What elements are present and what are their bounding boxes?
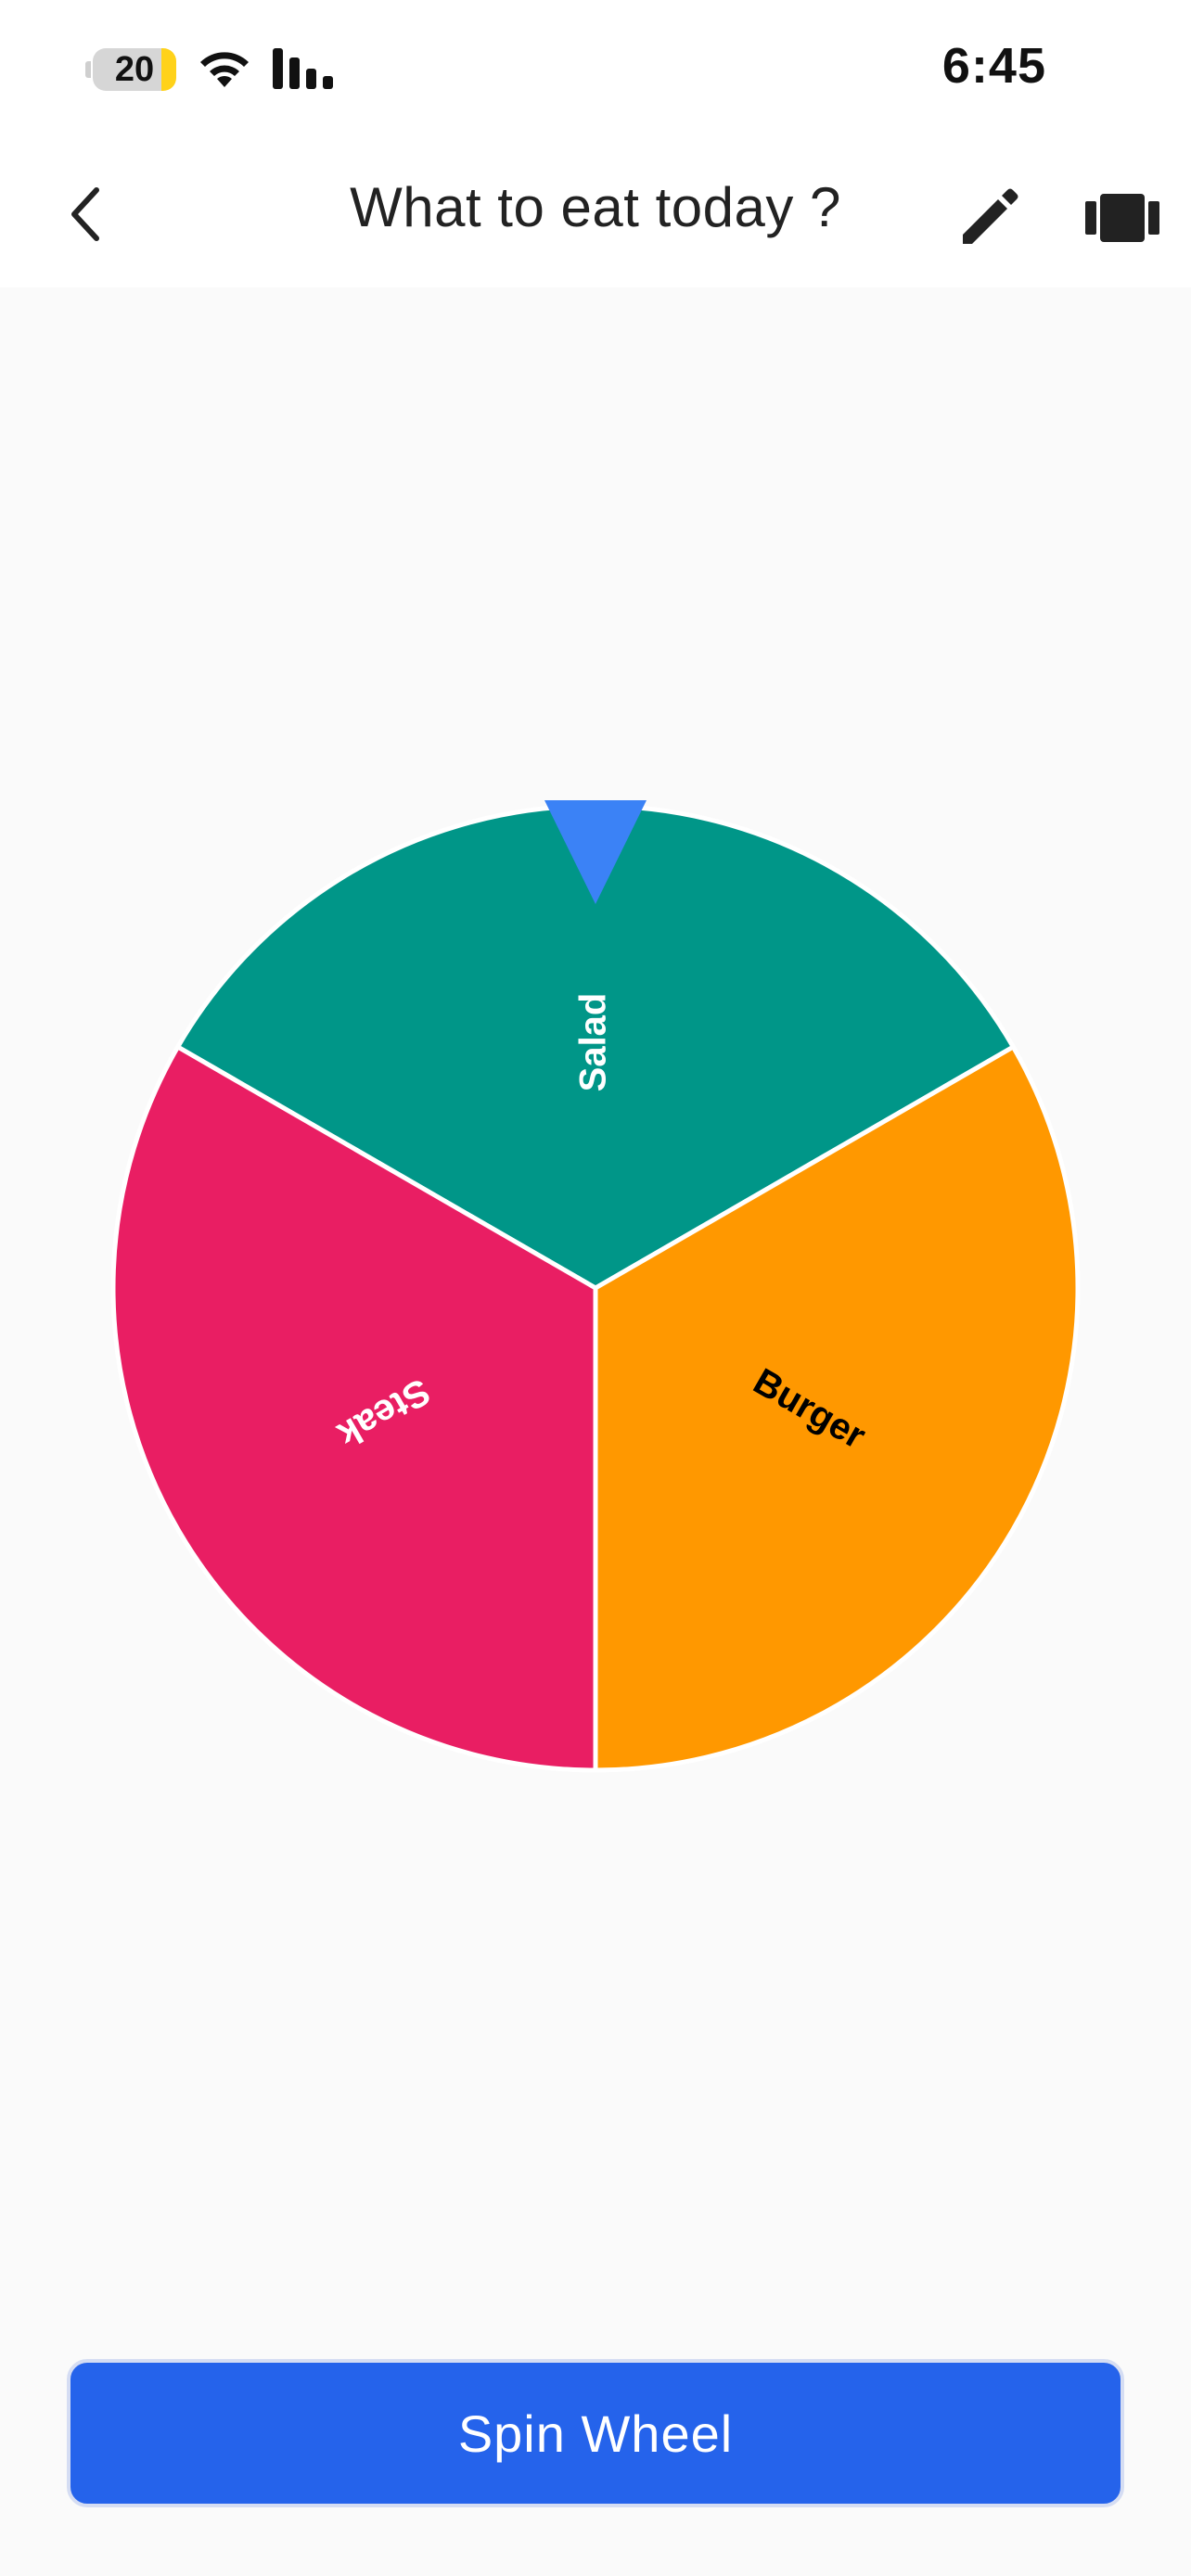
pencil-icon[interactable] bbox=[954, 179, 1028, 253]
wheel-label-salad: Salad bbox=[573, 993, 614, 1092]
wifi-icon bbox=[200, 52, 249, 87]
status-time: 6:45 bbox=[941, 38, 1046, 94]
spin-wheel-button[interactable]: Spin Wheel bbox=[67, 2359, 1124, 2507]
status-bar: 20 6:45 bbox=[0, 0, 1191, 144]
carousel-icon[interactable] bbox=[1085, 181, 1159, 255]
signal-icon bbox=[273, 48, 333, 89]
battery-tip bbox=[85, 61, 91, 78]
battery-icon: 20 bbox=[93, 48, 176, 91]
spin-wheel-label: Spin Wheel bbox=[457, 2404, 734, 2463]
battery-level: 20 bbox=[114, 49, 155, 89]
spin-wheel[interactable]: SaladBurgerSteak bbox=[0, 287, 1191, 2281]
wheel-area: Salad Burger Steak bbox=[0, 287, 1191, 2281]
app-bar: What to eat today ? bbox=[0, 144, 1191, 287]
